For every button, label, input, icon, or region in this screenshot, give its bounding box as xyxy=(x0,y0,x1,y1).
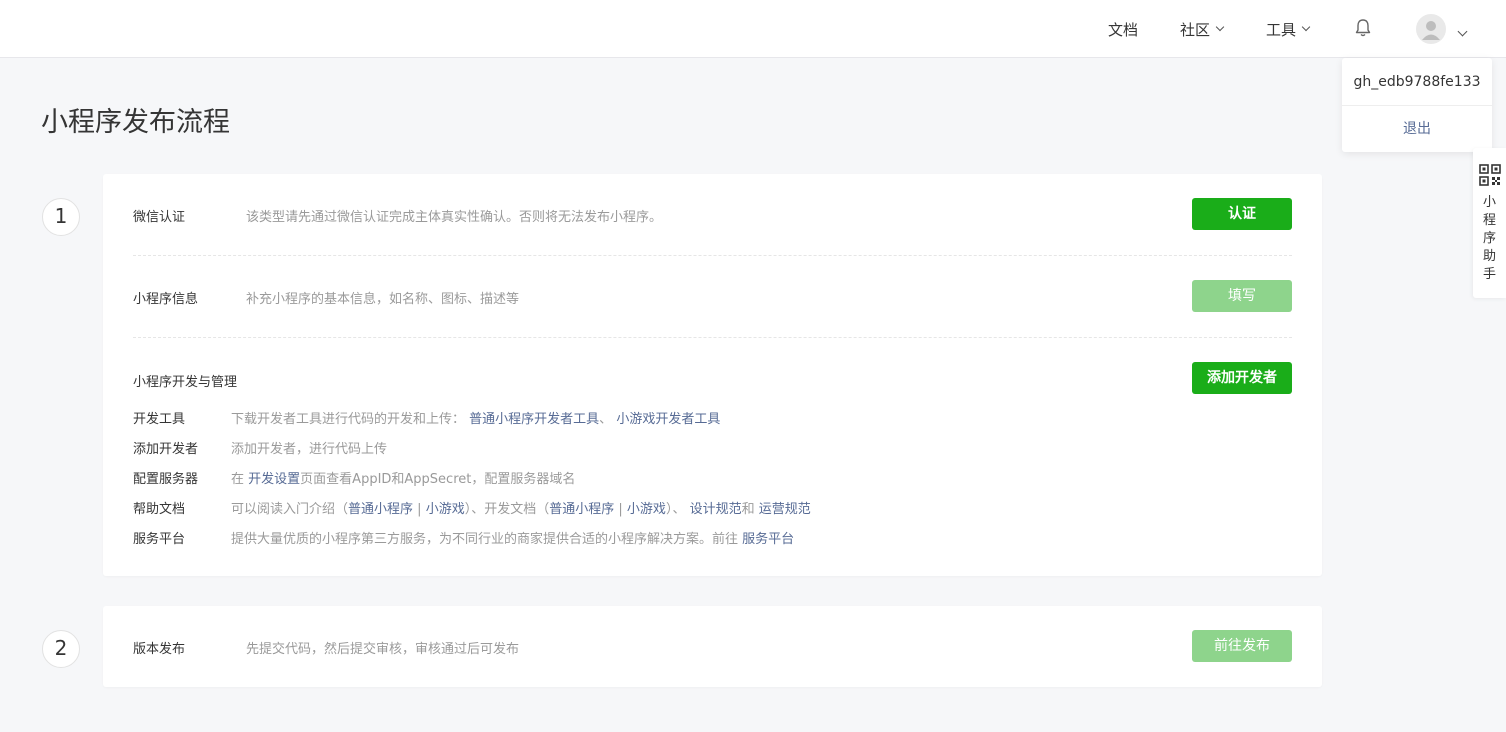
intro-minigame-link[interactable]: 小游戏 xyxy=(426,502,465,517)
version-release-desc: 先提交代码，然后提交审核，审核通过后可发布 xyxy=(246,642,520,657)
divider xyxy=(133,337,1292,338)
chevron-down-icon xyxy=(1301,22,1311,32)
top-nav: 文档 社区 工具 xyxy=(0,0,1506,58)
chevron-down-icon xyxy=(1457,26,1468,37)
help-docs-row: 帮助文档 可以阅读入门介绍（普通小程序 | 小游戏）、开发文档（普通小程序 | 小… xyxy=(133,500,811,520)
operation-guide-link[interactable]: 运营规范 xyxy=(759,502,811,517)
help-and-text: 和 xyxy=(741,502,755,517)
separator: | xyxy=(618,502,623,517)
separator: 、 xyxy=(599,412,613,427)
go-release-button[interactable]: 前往发布 xyxy=(1192,630,1292,662)
page-title: 小程序发布流程 xyxy=(41,107,230,138)
dev-tools-row: 开发工具 下载开发者工具进行代码的开发和上传： 普通小程序开发者工具、 小游戏开发… xyxy=(133,410,720,430)
service-platform-link[interactable]: 服务平台 xyxy=(742,532,794,547)
qr-code-icon xyxy=(1478,164,1501,186)
wechat-verify-label: 微信认证 xyxy=(133,210,186,225)
account-dropdown: gh_edb9788fe133 退出 xyxy=(1342,58,1492,152)
verify-button[interactable]: 认证 xyxy=(1192,198,1292,230)
design-guide-link[interactable]: 设计规范 xyxy=(690,502,742,517)
devdocs-minigame-link[interactable]: 小游戏 xyxy=(627,502,666,517)
minigame-devtools-link[interactable]: 小游戏开发者工具 xyxy=(616,412,720,427)
step-number-2: 2 xyxy=(42,630,80,668)
dev-settings-link[interactable]: 开发设置 xyxy=(248,472,300,487)
miniprogram-devtools-link[interactable]: 普通小程序开发者工具 xyxy=(469,412,599,427)
helper-label: 小程序助手 xyxy=(1482,195,1496,282)
help-sep-text: ）、 xyxy=(665,502,686,517)
account-id: gh_edb9788fe133 xyxy=(1342,58,1492,106)
nav-docs-link[interactable]: 文档 xyxy=(1108,18,1138,40)
avatar[interactable] xyxy=(1416,14,1446,44)
dev-management-title: 小程序开发与管理 xyxy=(133,375,238,390)
step-number-1: 1 xyxy=(42,198,80,236)
user-icon xyxy=(1422,21,1440,40)
fill-info-button[interactable]: 填写 xyxy=(1192,280,1292,312)
divider xyxy=(133,255,1292,256)
dev-tools-text: 下载开发者工具进行代码的开发和上传： xyxy=(231,412,466,427)
dev-tools-label: 开发工具 xyxy=(133,412,186,427)
add-developer-row: 添加开发者 添加开发者，进行代码上传 xyxy=(133,440,387,460)
help-intro-text: 可以阅读入门介绍（ xyxy=(231,502,349,517)
account-menu-toggle[interactable] xyxy=(1457,20,1468,39)
add-developer-button[interactable]: 添加开发者 xyxy=(1192,362,1292,394)
server-config-pre: 在 xyxy=(231,472,245,487)
nav-community-label: 社区 xyxy=(1180,20,1211,39)
nav-tools-label: 工具 xyxy=(1266,20,1297,39)
nav-docs-label: 文档 xyxy=(1108,20,1139,39)
server-config-label: 配置服务器 xyxy=(133,472,199,487)
add-developer-label: 添加开发者 xyxy=(133,442,199,457)
logout-link[interactable]: 退出 xyxy=(1342,106,1492,152)
devdocs-miniprogram-link[interactable]: 普通小程序 xyxy=(549,502,614,517)
add-developer-text: 添加开发者，进行代码上传 xyxy=(231,442,388,457)
step-2-card: 版本发布 先提交代码，然后提交审核，审核通过后可发布 前往发布 xyxy=(103,606,1322,687)
bell-icon[interactable] xyxy=(1352,17,1374,39)
chevron-down-icon xyxy=(1215,22,1225,32)
service-platform-row: 服务平台 提供大量优质的小程序第三方服务，为不同行业的商家提供合适的小程序解决方案… xyxy=(133,530,794,550)
step-1-card: 微信认证 该类型请先通过微信认证完成主体真实性确认。否则将无法发布小程序。 认证… xyxy=(103,174,1322,576)
separator: | xyxy=(417,502,422,517)
service-platform-text: 提供大量优质的小程序第三方服务，为不同行业的商家提供合适的小程序解决方案。前往 xyxy=(231,532,739,547)
server-config-text: 页面查看AppID和AppSecret，配置服务器域名 xyxy=(300,472,576,487)
version-release-label: 版本发布 xyxy=(133,642,186,657)
nav-community-menu[interactable]: 社区 xyxy=(1180,18,1225,40)
miniprogram-info-desc: 补充小程序的基本信息，如名称、图标、描述等 xyxy=(246,292,520,307)
wechat-verify-desc: 该类型请先通过微信认证完成主体真实性确认。否则将无法发布小程序。 xyxy=(246,210,663,225)
intro-miniprogram-link[interactable]: 普通小程序 xyxy=(348,502,413,517)
server-config-row: 配置服务器 在 开发设置页面查看AppID和AppSecret，配置服务器域名 xyxy=(133,470,575,490)
help-docs-label: 帮助文档 xyxy=(133,502,186,517)
service-platform-label: 服务平台 xyxy=(133,532,186,547)
miniprogram-info-label: 小程序信息 xyxy=(133,292,199,307)
nav-tools-menu[interactable]: 工具 xyxy=(1266,18,1311,40)
miniprogram-helper-tab[interactable]: 小程序助手 xyxy=(1473,148,1506,298)
help-devdocs-text: ）、开发文档（ xyxy=(464,502,550,517)
